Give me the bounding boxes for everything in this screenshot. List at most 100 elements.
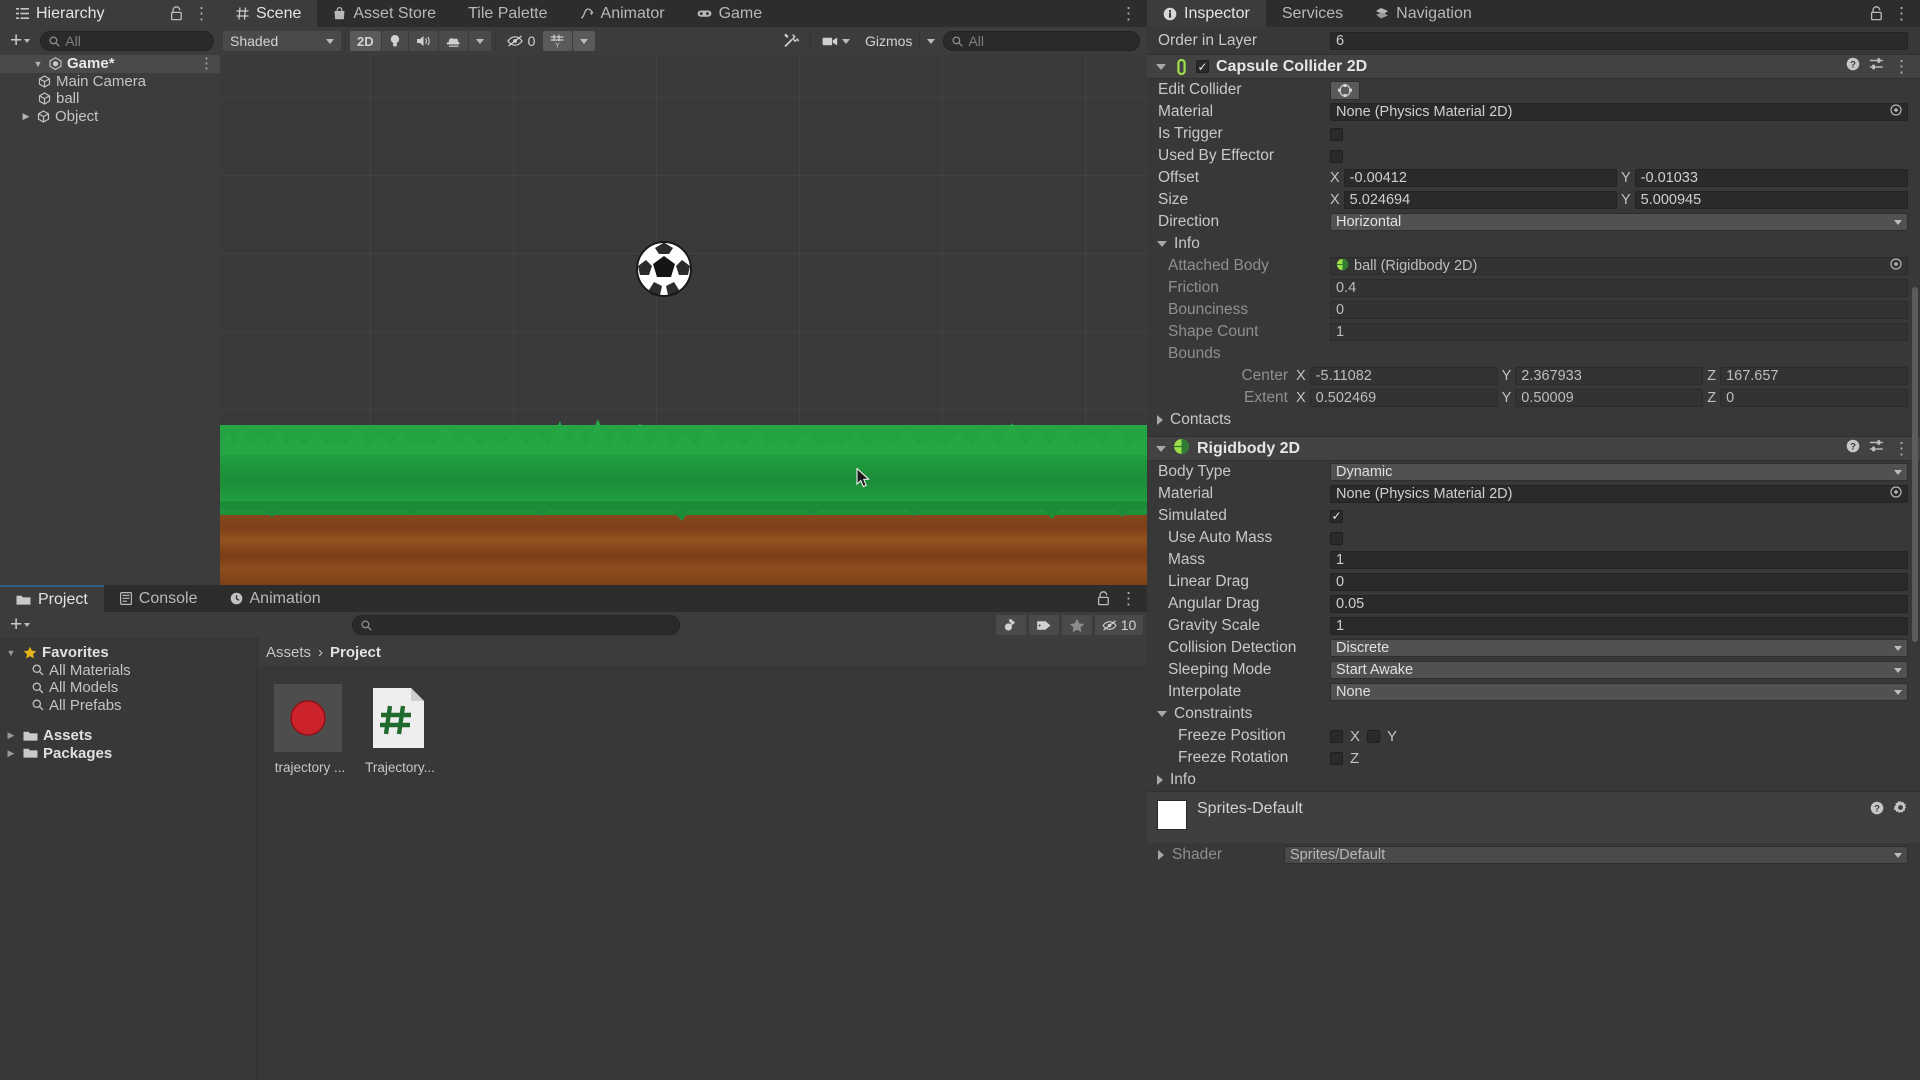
offset-x-field[interactable]: -0.00412 [1343, 169, 1617, 187]
sleeping-mode-dropdown[interactable]: Start Awake [1330, 661, 1908, 679]
asset-item[interactable]: Trajectory... [364, 684, 436, 775]
component-menu-icon[interactable]: ⋮ [1893, 440, 1910, 457]
component-header-rigidbody[interactable]: Rigidbody 2D ? ⋮ [1147, 436, 1920, 461]
toggle-2d-button[interactable]: 2D [350, 31, 381, 51]
rigidbody-material-field[interactable]: None (Physics Material 2D) [1330, 485, 1908, 503]
breadcrumb-current[interactable]: Project [330, 644, 381, 661]
used-by-effector-checkbox[interactable] [1330, 149, 1343, 163]
preset-icon[interactable] [1869, 57, 1884, 76]
tree-item-all-prefabs[interactable]: All Prefabs [0, 697, 257, 715]
lock-icon[interactable] [1870, 6, 1883, 21]
filter-by-label-button[interactable] [1028, 615, 1059, 635]
angular-drag-field[interactable]: 0.05 [1330, 595, 1908, 613]
tab-scene[interactable]: Scene [220, 0, 318, 27]
gizmos-dropdown[interactable]: Gizmos [858, 31, 942, 51]
tab-asset-store[interactable]: Asset Store [317, 0, 453, 27]
tab-console[interactable]: Console [103, 585, 214, 612]
collider-info-foldout[interactable]: Info [1147, 233, 1920, 255]
gravity-scale-field[interactable]: 1 [1330, 617, 1908, 635]
object-picker-icon[interactable] [1890, 104, 1902, 120]
tab-services[interactable]: Services [1265, 0, 1360, 27]
is-trigger-checkbox[interactable] [1330, 127, 1343, 141]
tree-item-favorites[interactable]: ▼ Favorites [0, 644, 257, 662]
project-create-button[interactable]: + [4, 614, 36, 635]
tab-hierarchy[interactable]: Hierarchy [0, 0, 121, 27]
tab-inspector[interactable]: Inspector [1147, 0, 1266, 27]
effects-toggle-button[interactable] [438, 31, 468, 51]
constraints-foldout[interactable]: Constraints [1147, 703, 1920, 725]
project-menu-icon[interactable]: ⋮ [1120, 590, 1137, 607]
tab-animation[interactable]: Animation [213, 585, 337, 612]
grid-snapping-dropdown[interactable] [573, 31, 596, 51]
order-in-layer-field[interactable]: 6 [1330, 31, 1908, 50]
scene-search-field[interactable] [968, 33, 1131, 49]
scene-search-input[interactable] [943, 31, 1140, 51]
breadcrumb-root[interactable]: Assets [266, 644, 311, 661]
size-y-field[interactable]: 5.000945 [1634, 191, 1908, 209]
soccer-ball-sprite[interactable] [635, 240, 693, 298]
object-picker-icon[interactable] [1890, 258, 1902, 274]
freeze-position-x-checkbox[interactable] [1330, 729, 1343, 743]
collision-detection-dropdown[interactable]: Discrete [1330, 639, 1908, 657]
scene-viewport[interactable] [220, 55, 1147, 585]
hierarchy-search-field[interactable] [65, 33, 205, 49]
rigidbody-info-foldout[interactable]: Info [1147, 769, 1920, 791]
chevron-right-icon[interactable]: ▶ [4, 748, 18, 759]
tab-animator[interactable]: Animator [563, 0, 681, 27]
help-icon[interactable]: ? [1846, 439, 1860, 458]
preset-icon[interactable] [1869, 439, 1884, 458]
draw-mode-dropdown[interactable]: Shaded [223, 31, 341, 51]
grid-snapping-button[interactable]: Y [543, 31, 573, 51]
edit-collider-button[interactable] [1330, 80, 1360, 100]
mass-field[interactable]: 1 [1330, 551, 1908, 569]
tree-item-assets[interactable]: ▶ Assets [0, 727, 257, 745]
use-auto-mass-checkbox[interactable] [1330, 531, 1343, 545]
capsule-collider-enabled-checkbox[interactable] [1196, 60, 1209, 73]
hierarchy-add-button[interactable]: + [4, 30, 36, 51]
tab-navigation[interactable]: Navigation [1359, 0, 1488, 27]
hierarchy-item-scene[interactable]: ▼ Game* ⋮ [0, 55, 220, 73]
hierarchy-search-input[interactable] [40, 31, 214, 51]
chevron-down-icon[interactable]: ▼ [4, 648, 18, 658]
camera-settings-button[interactable] [815, 31, 857, 51]
contacts-foldout[interactable]: Contacts [1147, 409, 1920, 431]
tab-game[interactable]: Game [680, 0, 779, 27]
tree-item-packages[interactable]: ▶ Packages [0, 745, 257, 763]
inspector-menu-icon[interactable]: ⋮ [1893, 5, 1910, 22]
hierarchy-item-main-camera[interactable]: Main Camera [0, 73, 220, 91]
tab-project[interactable]: Project [0, 585, 104, 612]
help-icon[interactable]: ? [1870, 801, 1884, 820]
tree-item-all-materials[interactable]: All Materials [0, 662, 257, 680]
scene-menu-icon[interactable]: ⋮ [1120, 5, 1137, 22]
simulated-checkbox[interactable] [1330, 509, 1343, 523]
chevron-down-icon[interactable] [1156, 445, 1166, 452]
freeze-position-y-checkbox[interactable] [1367, 729, 1381, 743]
offset-y-field[interactable]: -0.01033 [1634, 169, 1908, 187]
hidden-objects-button[interactable]: 0 [500, 31, 543, 51]
lock-icon[interactable] [170, 6, 183, 21]
lock-icon[interactable] [1097, 591, 1110, 606]
size-x-field[interactable]: 5.024694 [1343, 191, 1617, 209]
project-search-input[interactable] [352, 615, 681, 635]
tree-item-all-models[interactable]: All Models [0, 679, 257, 697]
chevron-right-icon[interactable]: ▶ [20, 111, 32, 122]
linear-drag-field[interactable]: 0 [1330, 573, 1908, 591]
lighting-toggle-button[interactable] [381, 31, 408, 51]
favorites-filter-button[interactable] [1061, 615, 1092, 635]
scene-tools-button[interactable] [776, 31, 806, 51]
shader-dropdown[interactable]: Sprites/Default [1284, 846, 1908, 864]
object-picker-icon[interactable] [1890, 486, 1902, 502]
interpolate-dropdown[interactable]: None [1330, 683, 1908, 701]
chevron-right-icon[interactable] [1157, 775, 1163, 785]
tab-tile-palette[interactable]: Tile Palette [452, 0, 564, 27]
component-menu-icon[interactable]: ⋮ [1893, 58, 1910, 75]
chevron-right-icon[interactable]: ▶ [4, 730, 18, 741]
body-type-dropdown[interactable]: Dynamic [1330, 463, 1908, 481]
hierarchy-item-ball[interactable]: ball [0, 90, 220, 108]
chevron-down-icon[interactable]: ▼ [32, 59, 44, 69]
hierarchy-item-object[interactable]: ▶ Object [0, 108, 220, 126]
audio-toggle-button[interactable] [408, 31, 438, 51]
component-header-capsule-collider[interactable]: Capsule Collider 2D ? ⋮ [1147, 54, 1920, 79]
gear-icon[interactable] [1893, 800, 1908, 820]
project-search-field[interactable] [377, 617, 672, 633]
